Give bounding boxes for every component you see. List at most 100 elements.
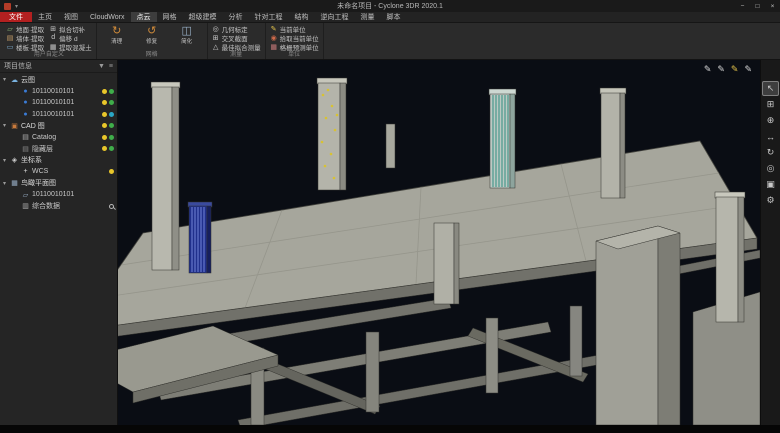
ribbon-button-label: 楼板·提取 [16, 42, 44, 52]
tree-item[interactable]: ▾▦鸟瞰平面图 [0, 178, 117, 190]
status-dot [109, 89, 114, 94]
tree-item[interactable]: ▤隐藏层 [0, 143, 117, 155]
maximize-button[interactable]: □ [750, 0, 765, 12]
sketch-pen-icon[interactable]: ✎ [704, 64, 712, 74]
tree-item[interactable]: ▱10110010101 [0, 189, 117, 201]
tree-item[interactable]: +WCS [0, 166, 117, 178]
tab-视图[interactable]: 视图 [58, 12, 84, 22]
plan-icon: ▱ [21, 191, 30, 199]
tree-item-label: 10110010101 [32, 99, 74, 106]
select-cursor-icon[interactable]: ↖ [763, 82, 778, 95]
simplify-mesh-button[interactable]: ◫简化 [171, 24, 203, 45]
ribbon-group-label: 单位 [270, 51, 319, 59]
ribbon-group-buttons: ▱地面·提取▤墙体·提取▭楼板·提取⊞拟合切补d偏移 d▦提取混凝土 [6, 24, 92, 51]
tree-expand-arrow[interactable]: ▾ [3, 157, 10, 164]
axes-group-icon: ◈ [10, 156, 19, 164]
tree-item-badges [102, 89, 114, 94]
clean-mesh-button[interactable]: ↻清理 [101, 24, 133, 45]
grid-unit-icon: ▦ [270, 43, 278, 51]
ribbon-button-label: 清理 [111, 37, 122, 45]
tree-item-label: 鸟瞰平面图 [21, 178, 56, 188]
best-fit-button[interactable]: △最佳拟合测量 [212, 42, 261, 51]
repair-mesh-button[interactable]: ↺修复 [136, 24, 168, 45]
panel-header-icons: ▼≡ [98, 63, 113, 70]
tab-针对工程[interactable]: 针对工程 [249, 12, 289, 22]
tree-item[interactable]: ▤Catalog [0, 132, 117, 144]
tree-expand-arrow[interactable]: ▾ [3, 180, 10, 187]
ribbon-group-label: 测量 [212, 51, 261, 59]
tab-分析[interactable]: 分析 [223, 12, 249, 22]
tree-item[interactable]: ●10110010101 [0, 109, 117, 121]
tree-item[interactable]: ▥综合数据 [0, 201, 117, 213]
zoom-icon[interactable]: ⊕ [763, 114, 778, 127]
file-menu-button[interactable]: 文件 [0, 12, 32, 22]
tree-item[interactable]: ▾☁云图 [0, 74, 117, 86]
tree-item-label: 坐标系 [21, 155, 42, 165]
center-view-icon[interactable]: ◎ [763, 162, 778, 175]
erase-pen-icon[interactable]: ✎ [744, 64, 752, 74]
tab-超级建模[interactable]: 超级建模 [183, 12, 223, 22]
polyline-pen-icon[interactable]: ✎ [717, 64, 725, 74]
quick-access-icon[interactable]: ▾ [15, 3, 18, 10]
tab-脚本[interactable]: 脚本 [381, 12, 407, 22]
minimize-button[interactable]: − [735, 0, 750, 12]
pan-icon[interactable]: ↔ [763, 130, 778, 143]
ribbon-button-label: 修复 [146, 37, 157, 45]
concrete-extract-button[interactable]: ▦提取混凝土 [49, 42, 92, 51]
viewport-3d[interactable]: ✎ ✎ ✎ ✎ [118, 60, 760, 425]
repair-mesh-icon: ↺ [147, 25, 156, 37]
slab-extract-icon: ▭ [6, 43, 14, 51]
title-bar: ▾ 未命名项目 - Cyclone 3DR 2020.1 −□× [0, 0, 780, 12]
grid-unit-button[interactable]: ▦格栅预测单位 [270, 42, 319, 51]
tab-测量[interactable]: 测量 [355, 12, 381, 22]
tree-item-badges [102, 100, 114, 105]
window-title: 未命名项目 - Cyclone 3DR 2020.1 [337, 1, 443, 11]
tree-item-label: 10110010101 [32, 88, 74, 95]
annotate-pen-icon[interactable]: ✎ [731, 64, 739, 74]
status-dot [109, 146, 114, 151]
zoom-window-icon[interactable]: ⊞ [763, 98, 778, 111]
tree-item-badges [109, 204, 114, 209]
ribbon-group-label: 网格 [101, 51, 203, 59]
tree-item[interactable]: ▾◈坐标系 [0, 155, 117, 167]
tree-item[interactable]: ●10110010101 [0, 97, 117, 109]
tab-点云[interactable]: 点云 [131, 12, 157, 22]
tree-item-label: 综合数据 [32, 201, 60, 211]
ribbon-group-buttons: ✎当前单位◉拾取当前单位▦格栅预测单位 [270, 24, 319, 51]
view-face-icon[interactable]: ▣ [763, 178, 778, 191]
tree-item[interactable]: ▾▣CAD 图 [0, 120, 117, 132]
tab-逆向工程[interactable]: 逆向工程 [315, 12, 355, 22]
merge-patch-icon: ⊞ [49, 25, 57, 33]
cad-group-icon: ▣ [10, 122, 19, 130]
close-button[interactable]: × [765, 0, 780, 12]
tree-item-badges [102, 146, 114, 151]
filter-icon[interactable]: ▼ [98, 63, 105, 70]
ribbon-tab-row: 文件 主页视图CloudWorx点云网格超级建模分析针对工程结构逆向工程测量脚本 [0, 12, 780, 23]
tree-item-label: 云图 [21, 75, 35, 85]
ribbon-toolbar: ▱地面·提取▤墙体·提取▭楼板·提取⊞拟合切补d偏移 d▦提取混凝土用户自定义↻… [0, 23, 780, 60]
ribbon-group: ▱地面·提取▤墙体·提取▭楼板·提取⊞拟合切补d偏移 d▦提取混凝土用户自定义 [2, 23, 97, 59]
tree-item-label: Catalog [32, 134, 56, 141]
tab-结构[interactable]: 结构 [289, 12, 315, 22]
tab-CloudWorx[interactable]: CloudWorx [84, 12, 131, 22]
ribbon-button-label: 提取混凝土 [59, 42, 92, 52]
tab-主页[interactable]: 主页 [32, 12, 58, 22]
status-dot [109, 123, 114, 128]
tree-item-badges [102, 112, 114, 117]
ribbon-group-buttons: ◎几何标定⊞交叉截面△最佳拟合测量 [212, 24, 261, 51]
status-dot [109, 169, 114, 174]
orbit-icon[interactable]: ↻ [763, 146, 778, 159]
ribbon-button-label: 格栅预测单位 [280, 42, 319, 52]
settings-icon[interactable]: ⚙ [763, 194, 778, 207]
offset-icon: d [49, 34, 57, 41]
ribbon-group: ✎当前单位◉拾取当前单位▦格栅预测单位单位 [266, 23, 324, 59]
pointcloud-icon: ● [21, 99, 30, 106]
slab-extract-button[interactable]: ▭楼板·提取 [6, 42, 44, 51]
status-dot [102, 123, 107, 128]
tree-item[interactable]: ●10110010101 [0, 86, 117, 98]
tree-expand-arrow[interactable]: ▾ [3, 122, 10, 129]
tree-expand-arrow[interactable]: ▾ [3, 76, 10, 83]
building-model-svg [118, 60, 760, 425]
menu-icon[interactable]: ≡ [109, 63, 113, 70]
tab-网格[interactable]: 网格 [157, 12, 183, 22]
